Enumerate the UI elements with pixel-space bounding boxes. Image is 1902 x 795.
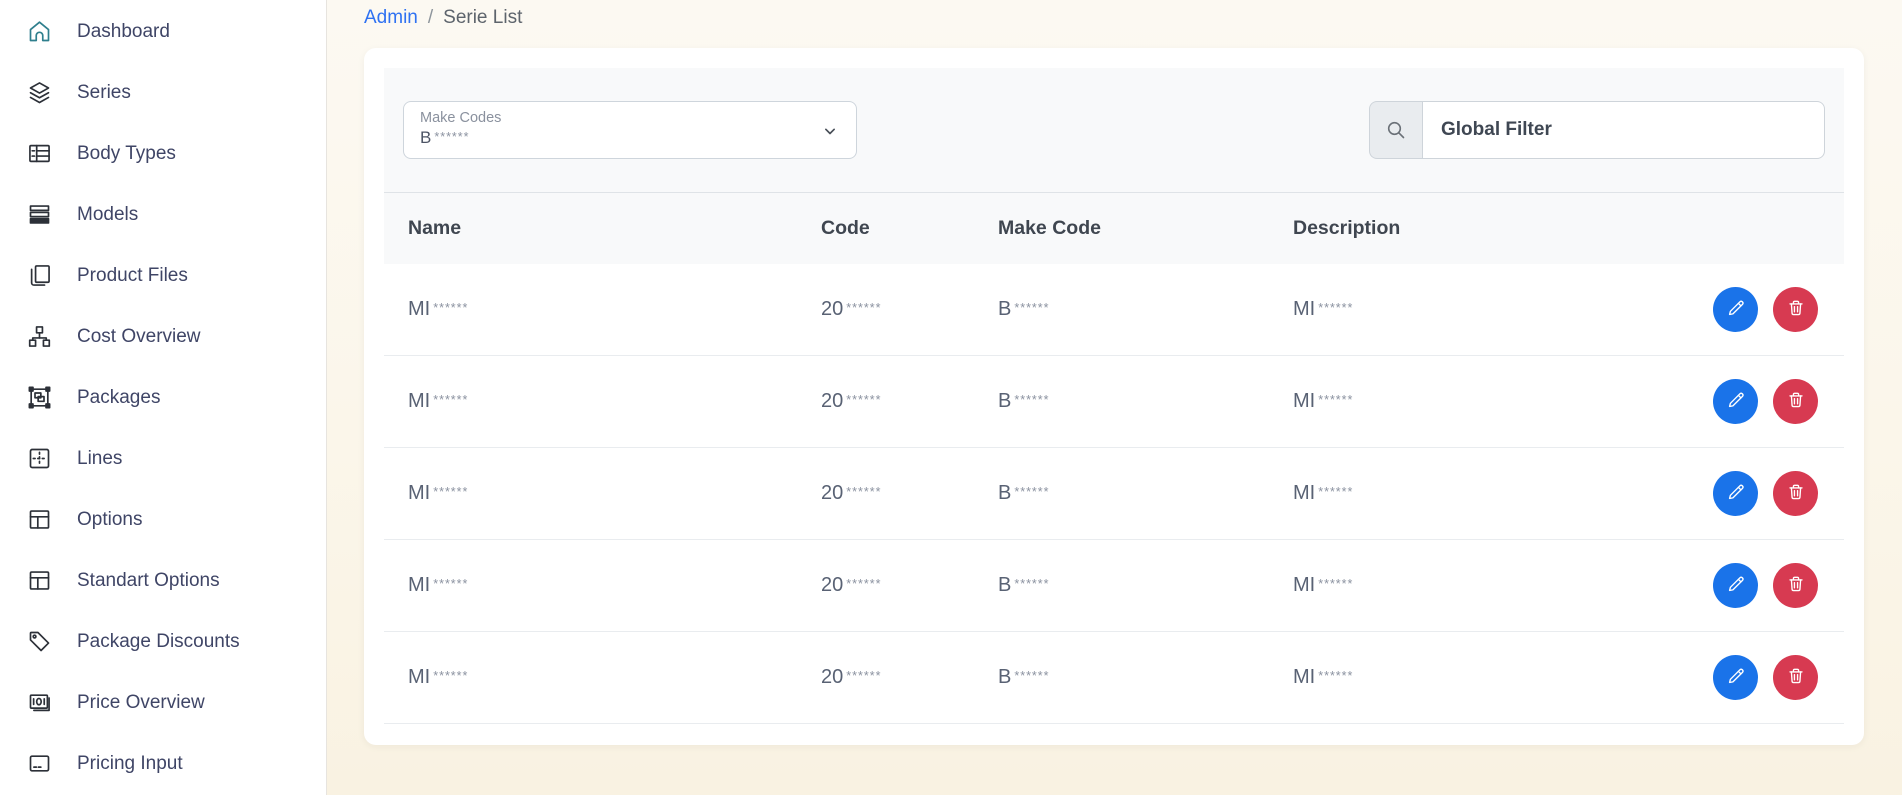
edit-button[interactable]: [1713, 287, 1758, 332]
object-group-icon: [26, 384, 53, 411]
table-filter-bar: Make Codes B ******: [384, 68, 1844, 193]
cell-code: 20 ******: [821, 298, 882, 320]
trash-icon: [1785, 481, 1807, 506]
cell-make-code: B ******: [998, 298, 1050, 320]
sidebar: Dashboard Series Body Types Models Produ…: [0, 0, 327, 795]
make-codes-select[interactable]: Make Codes B ******: [403, 101, 857, 159]
edit-button[interactable]: [1713, 563, 1758, 608]
make-codes-value: B ******: [420, 128, 470, 147]
sitemap-icon: [26, 323, 53, 350]
cell-name: MI ******: [408, 574, 469, 596]
cell-code: 20 ******: [821, 574, 882, 596]
edit-button[interactable]: [1713, 379, 1758, 424]
cell-code: 20 ******: [821, 666, 882, 688]
row-actions: [1713, 563, 1845, 608]
sidebar-item-options[interactable]: Options: [0, 489, 326, 550]
table-body: MI ****** 20 ****** B ****** MI ****** MI ***…: [384, 264, 1844, 724]
table-row: MI ****** 20 ****** B ****** MI ******: [384, 448, 1844, 540]
row-actions: [1713, 379, 1845, 424]
cell-name: MI ******: [408, 666, 469, 688]
table-row: MI ****** 20 ****** B ****** MI ******: [384, 264, 1844, 356]
global-filter-input[interactable]: [1422, 101, 1825, 159]
cell-description: MI ******: [1293, 666, 1354, 688]
trash-icon: [1785, 573, 1807, 598]
sidebar-item-dashboard[interactable]: Dashboard: [0, 1, 326, 62]
breadcrumb-current: Serie List: [443, 7, 523, 28]
cell-description: MI ******: [1293, 298, 1354, 320]
trash-icon: [1785, 389, 1807, 414]
row-actions: [1713, 471, 1845, 516]
cell-make-code: B ******: [998, 666, 1050, 688]
row-actions: [1713, 287, 1845, 332]
breadcrumb: Admin / Serie List: [364, 5, 1864, 31]
column-header-make-code: Make Code: [998, 217, 1101, 239]
pencil-icon: [1725, 481, 1747, 506]
border-cross-icon: [26, 445, 53, 472]
sidebar-item-series[interactable]: Series: [0, 62, 326, 123]
table-row: MI ****** 20 ****** B ****** MI ******: [384, 356, 1844, 448]
delete-button[interactable]: [1773, 655, 1818, 700]
edit-button[interactable]: [1713, 655, 1758, 700]
pencil-icon: [1725, 573, 1747, 598]
pencil-icon: [1725, 665, 1747, 690]
cell-name: MI ******: [408, 390, 469, 412]
column-header-description: Description: [1293, 217, 1401, 239]
delete-button[interactable]: [1773, 287, 1818, 332]
pencil-icon: [1725, 389, 1747, 414]
table-icon: [26, 506, 53, 533]
sidebar-item-price-overview[interactable]: Price Overview: [0, 672, 326, 733]
table-header-row: Name Code Make Code Description: [384, 193, 1844, 264]
cell-code: 20 ******: [821, 482, 882, 504]
sidebar-item-models[interactable]: Models: [0, 184, 326, 245]
column-header-name: Name: [408, 217, 462, 239]
spreadsheet-icon: [26, 140, 53, 167]
search-icon: [1369, 101, 1422, 159]
rows-icon: [26, 201, 53, 228]
table-icon: [26, 567, 53, 594]
row-actions: [1713, 655, 1845, 700]
column-header-code: Code: [821, 217, 870, 239]
copy-icon: [26, 262, 53, 289]
delete-button[interactable]: [1773, 471, 1818, 516]
pencil-icon: [1725, 297, 1747, 322]
make-codes-label: Make Codes: [420, 110, 502, 126]
edit-button[interactable]: [1713, 471, 1758, 516]
breadcrumb-admin-link[interactable]: Admin: [364, 7, 418, 29]
delete-button[interactable]: [1773, 379, 1818, 424]
cell-make-code: B ******: [998, 574, 1050, 596]
sidebar-item-packages[interactable]: Packages: [0, 367, 326, 428]
sidebar-item-cost-overview[interactable]: Cost Overview: [0, 306, 326, 367]
home-icon: [26, 18, 53, 45]
banknote-icon: [26, 689, 53, 716]
trash-icon: [1785, 665, 1807, 690]
sidebar-item-lines[interactable]: Lines: [0, 428, 326, 489]
cell-description: MI ******: [1293, 574, 1354, 596]
cell-make-code: B ******: [998, 482, 1050, 504]
cell-make-code: B ******: [998, 390, 1050, 412]
breadcrumb-separator: /: [427, 7, 434, 28]
main-content: Admin / Serie List Make Codes B ****** G…: [327, 0, 1902, 795]
trash-icon: [1785, 297, 1807, 322]
app-root: Dashboard Series Body Types Models Produ…: [0, 0, 1902, 795]
chevron-down-icon: [820, 121, 840, 141]
layers-icon: [26, 79, 53, 106]
sidebar-item-body-types[interactable]: Body Types: [0, 123, 326, 184]
cell-description: MI ******: [1293, 482, 1354, 504]
sidebar-item-pricing-input[interactable]: Pricing Input: [0, 733, 326, 794]
sidebar-item-standart-options[interactable]: Standart Options: [0, 550, 326, 611]
cell-name: MI ******: [408, 298, 469, 320]
global-filter-group: [1369, 101, 1825, 159]
cell-description: MI ******: [1293, 390, 1354, 412]
table-row: MI ****** 20 ****** B ****** MI ******: [384, 632, 1844, 724]
sidebar-item-package-discounts[interactable]: Package Discounts: [0, 611, 326, 672]
delete-button[interactable]: [1773, 563, 1818, 608]
card-icon: [26, 750, 53, 777]
table-row: MI ****** 20 ****** B ****** MI ******: [384, 540, 1844, 632]
tag-icon: [26, 628, 53, 655]
cell-code: 20 ******: [821, 390, 882, 412]
serie-list-card: Make Codes B****** Name Code Make Code: [364, 48, 1864, 745]
cell-name: MI ******: [408, 482, 469, 504]
sidebar-item-product-files[interactable]: Product Files: [0, 245, 326, 306]
